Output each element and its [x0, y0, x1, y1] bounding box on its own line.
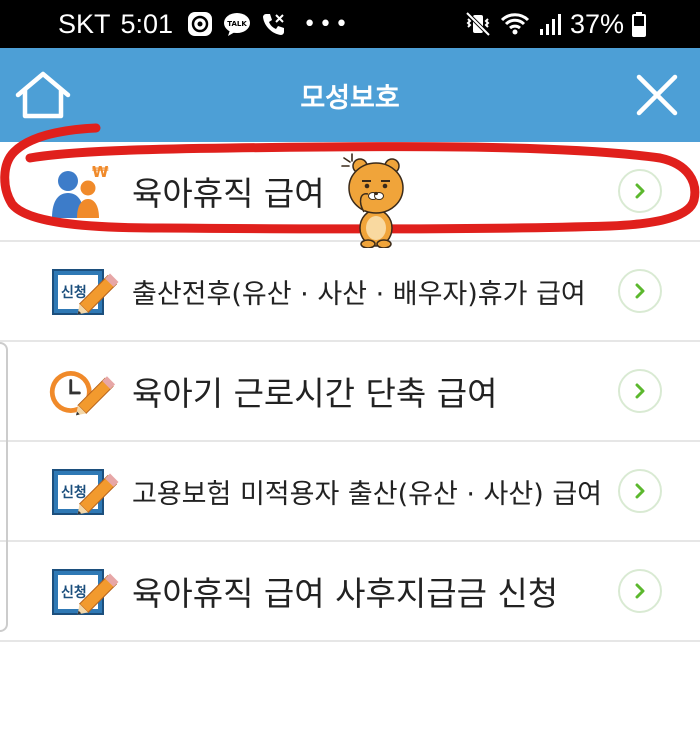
status-bar: SKT 5:01 TALK ••• 37%: [0, 0, 700, 48]
kakaotalk-icon: TALK: [224, 13, 251, 36]
menu-item-label: 출산전후(유산 · 사산 · 배우자)휴가 급여: [132, 278, 586, 310]
side-panel-handle[interactable]: [0, 342, 8, 632]
menu-item-label: 고용보험 미적용자 출산(유산 · 사산) 급여: [132, 478, 603, 510]
menu-item-label: 육아휴직 급여: [132, 174, 325, 213]
chevron-right-icon[interactable]: [618, 469, 662, 513]
menu-item-deferred-payment-application[interactable]: 신청 육아휴직 급여 사후지급금 신청: [0, 542, 700, 642]
vibrate-mute-icon: [465, 11, 491, 37]
home-icon: [15, 71, 71, 119]
battery-icon: [632, 12, 646, 37]
menu-item-label: 육아휴직 급여 사후지급금 신청: [132, 574, 559, 613]
chevron-right-icon[interactable]: [618, 369, 662, 413]
page-title: 모성보호: [300, 82, 400, 114]
compass-icon: [188, 12, 213, 36]
home-button[interactable]: [14, 70, 72, 120]
application-pencil-icon: 신청: [52, 269, 119, 315]
more-icon: •••: [303, 11, 352, 37]
svg-text:신청: 신청: [61, 285, 87, 301]
clock-pencil-icon: [49, 371, 116, 416]
menu-item-reduced-working-hours-benefit[interactable]: 육아기 근로시간 단축 급여: [0, 342, 700, 442]
menu-item-maternity-leave-benefit[interactable]: 신청 출산전후(유산 · 사산 · 배우자)휴가 급여: [0, 242, 700, 342]
wifi-icon: [500, 13, 530, 35]
parental-leave-icon: ₩: [52, 164, 109, 218]
status-time: 5:01: [120, 8, 174, 39]
svg-text:₩: ₩: [92, 164, 109, 181]
application-pencil-icon: 신청: [52, 469, 119, 515]
battery-percent: 37%: [569, 8, 624, 39]
svg-text:신청: 신청: [61, 485, 87, 501]
menu-item-label: 육아기 근로시간 단축 급여: [132, 374, 498, 413]
ryan-character-sticker: [341, 153, 404, 248]
svg-text:신청: 신청: [61, 585, 87, 601]
menu-item-uninsured-childbirth-benefit[interactable]: 신청 고용보험 미적용자 출산(유산 · 사산) 급여: [0, 442, 700, 542]
call-icon: [263, 14, 285, 35]
signal-icon: [539, 14, 561, 35]
close-icon: [636, 74, 678, 116]
app-header: 모성보호: [0, 48, 700, 142]
chevron-right-icon[interactable]: [618, 569, 662, 613]
close-button[interactable]: [636, 74, 678, 116]
application-pencil-icon: 신청: [52, 569, 119, 615]
svg-text:TALK: TALK: [227, 20, 247, 28]
carrier-name: SKT: [58, 8, 111, 39]
chevron-right-icon[interactable]: [618, 269, 662, 313]
chevron-right-icon[interactable]: [618, 169, 662, 213]
